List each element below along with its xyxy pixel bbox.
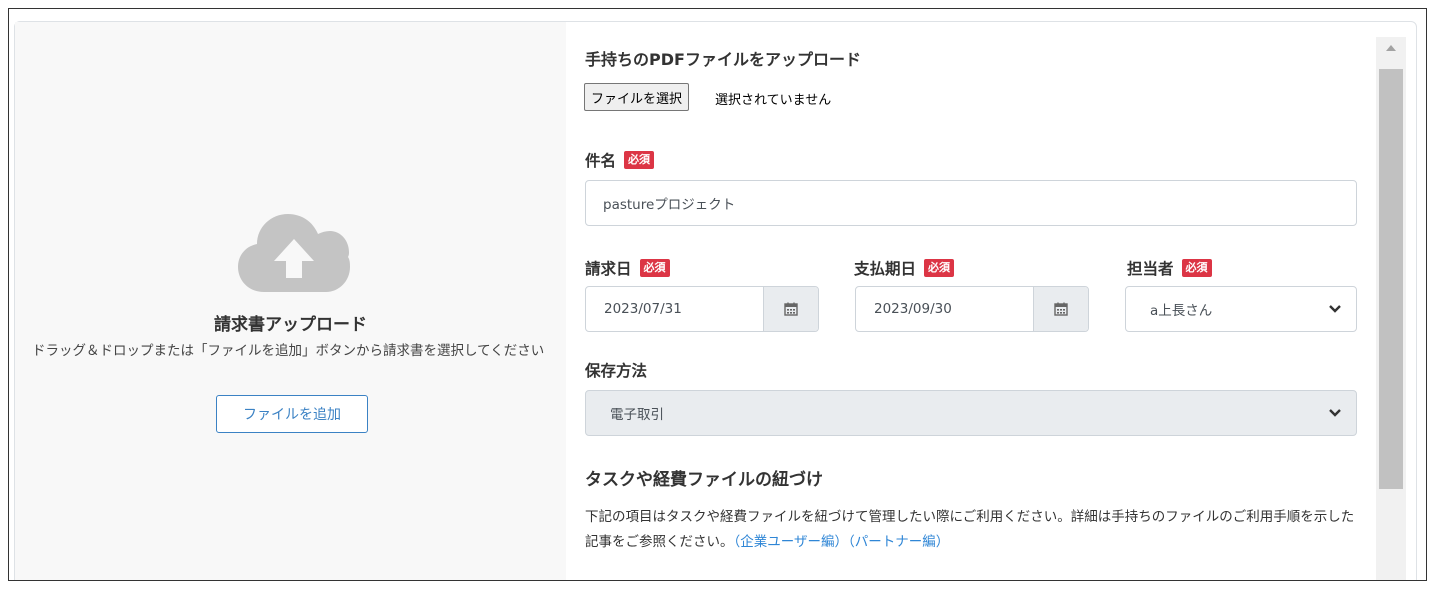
subject-input[interactable]: pastureプロジェクト bbox=[585, 180, 1357, 226]
assignee-select[interactable]: a上長さん bbox=[1125, 286, 1357, 332]
required-badge: 必須 bbox=[1181, 259, 1212, 277]
cloud-upload-icon bbox=[238, 214, 350, 292]
due-date-value: 2023/09/30 bbox=[874, 301, 952, 317]
chevron-down-icon bbox=[1329, 305, 1341, 313]
corporate-user-link[interactable]: （企業ユーザー編） bbox=[734, 534, 848, 550]
choose-file-button[interactable]: ファイルを選択 bbox=[584, 83, 690, 111]
chevron-down-icon bbox=[1329, 409, 1341, 417]
link-files-description: 下記の項目はタスクや経費ファイルを紐づけて管理したい際にご利用ください。詳細は手… bbox=[585, 505, 1355, 555]
required-badge: 必須 bbox=[624, 151, 655, 169]
required-badge: 必須 bbox=[924, 259, 955, 277]
calendar-icon[interactable] bbox=[1033, 287, 1088, 331]
pdf-upload-heading: 手持ちのPDFファイルをアップロード bbox=[585, 50, 861, 69]
scrollbar-thumb[interactable] bbox=[1379, 69, 1403, 489]
invoice-date-value: 2023/07/31 bbox=[604, 301, 682, 317]
upload-description: ドラッグ＆ドロップまたは「ファイルを追加」ボタンから請求書を選択してください bbox=[32, 343, 545, 359]
invoice-date-label-text: 請求日 bbox=[585, 260, 632, 278]
link-files-heading: タスクや経費ファイルの紐づけ bbox=[585, 470, 823, 490]
upload-title: 請求書アップロード bbox=[214, 315, 367, 335]
storage-label-text: 保存方法 bbox=[585, 362, 648, 380]
subject-label: 件名 必須 bbox=[585, 149, 655, 171]
storage-select[interactable]: 電子取引 bbox=[585, 390, 1357, 436]
add-file-button[interactable]: ファイルを追加 bbox=[216, 395, 368, 433]
assignee-select-value: a上長さん bbox=[1150, 303, 1213, 319]
invoice-date-label: 請求日 必須 bbox=[585, 257, 670, 279]
scroll-up-arrow-icon[interactable] bbox=[1376, 37, 1406, 59]
link-files-description-text: 下記の項目はタスクや経費ファイルを紐づけて管理したい際にご利用ください。詳細は手… bbox=[585, 509, 1355, 550]
storage-select-value: 電子取引 bbox=[610, 407, 664, 423]
due-date-label-text: 支払期日 bbox=[854, 260, 917, 278]
subject-label-text: 件名 bbox=[585, 152, 617, 170]
drop-zone[interactable]: 請求書アップロード ドラッグ＆ドロップまたは「ファイルを追加」ボタンから請求書を… bbox=[15, 22, 566, 580]
subject-input-value: pastureプロジェクト bbox=[603, 197, 736, 213]
partner-link[interactable]: （パートナー編） bbox=[848, 534, 949, 550]
required-badge: 必須 bbox=[639, 259, 670, 277]
file-status-text: 選択されていません bbox=[715, 93, 832, 108]
scrollbar[interactable] bbox=[1376, 37, 1406, 580]
upload-window: 請求書アップロード ドラッグ＆ドロップまたは「ファイルを追加」ボタンから請求書を… bbox=[8, 8, 1427, 581]
assignee-label-text: 担当者 bbox=[1127, 260, 1174, 278]
calendar-icon[interactable] bbox=[763, 287, 818, 331]
assignee-label: 担当者 必須 bbox=[1127, 257, 1212, 279]
due-date-label: 支払期日 必須 bbox=[854, 257, 955, 279]
storage-label: 保存方法 bbox=[585, 359, 647, 381]
invoice-date-field[interactable]: 2023/07/31 bbox=[585, 286, 819, 332]
due-date-field[interactable]: 2023/09/30 bbox=[855, 286, 1089, 332]
